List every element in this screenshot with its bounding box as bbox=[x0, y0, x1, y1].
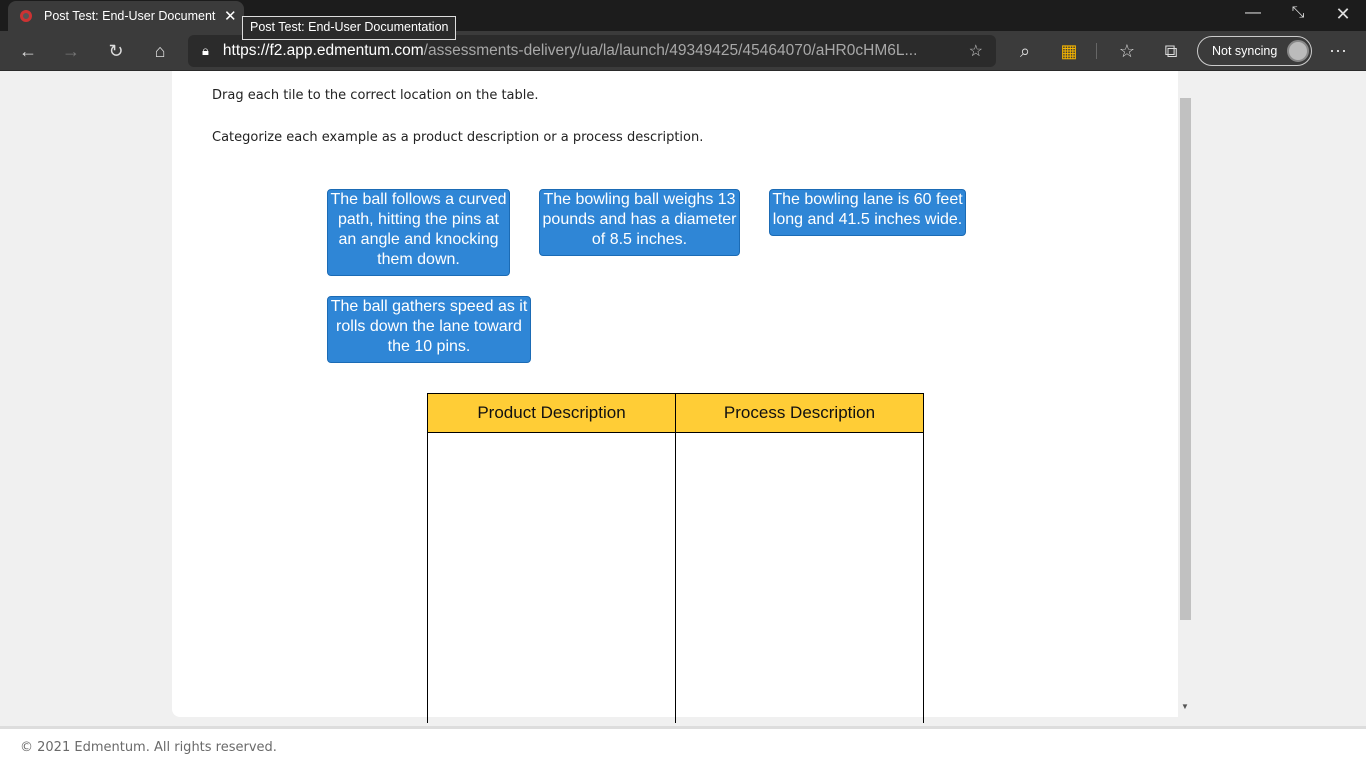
drag-tile[interactable]: The bowling lane is 60 feet long and 41.… bbox=[769, 189, 966, 236]
profile-button[interactable]: Not syncing bbox=[1197, 36, 1312, 66]
drag-tile[interactable]: The ball gathers speed as it rolls down … bbox=[327, 296, 531, 363]
instruction-categorize: Categorize each example as a product des… bbox=[212, 130, 704, 145]
drag-tile[interactable]: The bowling ball weighs 13 pounds and ha… bbox=[539, 189, 740, 256]
home-icon[interactable]: ⌂ bbox=[147, 39, 173, 63]
restore-icon[interactable]: ⤡ bbox=[1283, 4, 1313, 22]
scrollbar[interactable]: ▼ bbox=[1178, 71, 1193, 717]
instruction-drag: Drag each tile to the correct location o… bbox=[212, 88, 539, 103]
favorites-icon[interactable]: ☆ bbox=[1114, 39, 1140, 63]
drag-tile[interactable]: The ball follows a curved path, hitting … bbox=[327, 189, 510, 276]
tab-bar: Post Test: End-User Documentation ✕ — ⤡ … bbox=[0, 0, 1366, 31]
refresh-icon[interactable]: ↻ bbox=[103, 39, 129, 63]
extension-icon[interactable]: ▦ bbox=[1056, 39, 1082, 63]
avatar bbox=[1287, 40, 1310, 62]
url-host: https://f2.app.edmentum.com bbox=[222, 42, 424, 59]
assessment-content: Drag each tile to the correct location o… bbox=[172, 71, 1178, 723]
header-process-description: Process Description bbox=[676, 394, 923, 433]
more-icon[interactable]: ⋯ bbox=[1325, 39, 1351, 63]
scroll-down-icon[interactable]: ▼ bbox=[1181, 702, 1189, 711]
forward-icon[interactable]: → bbox=[58, 39, 84, 63]
footer: © 2021 Edmentum. All rights reserved. bbox=[0, 726, 1366, 768]
tab-tooltip: Post Test: End-User Documentation bbox=[242, 16, 457, 40]
close-window-icon[interactable]: ✕ bbox=[1328, 4, 1358, 25]
back-icon[interactable]: ← bbox=[15, 39, 41, 63]
drop-zone-process[interactable] bbox=[676, 433, 923, 723]
lock-icon: 🔒︎ bbox=[202, 43, 209, 58]
tab-title: Post Test: End-User Documentation bbox=[44, 9, 216, 23]
collections-icon[interactable]: ⧉ bbox=[1158, 39, 1184, 63]
sync-label: Not syncing bbox=[1212, 44, 1278, 58]
browser-toolbar: ← → ↻ ⌂ 🔒︎ https://f2.app.edmentum.com /… bbox=[0, 31, 1366, 71]
scrollbar-thumb[interactable] bbox=[1180, 98, 1191, 620]
divider bbox=[1096, 43, 1097, 59]
browser-tab[interactable]: Post Test: End-User Documentation ✕ bbox=[8, 1, 244, 31]
close-tab-icon[interactable]: ✕ bbox=[224, 7, 237, 25]
url-path: /assessments-delivery/ua/la/launch/49349… bbox=[423, 42, 918, 59]
minimize-icon[interactable]: — bbox=[1238, 4, 1268, 22]
add-favorite-icon[interactable]: ☆ bbox=[969, 41, 983, 61]
drop-zone-product[interactable] bbox=[428, 433, 676, 723]
category-table: Product Description Process Description bbox=[427, 393, 924, 723]
favicon-icon bbox=[20, 10, 32, 22]
copyright-text: © 2021 Edmentum. All rights reserved. bbox=[20, 740, 277, 755]
header-product-description: Product Description bbox=[428, 394, 676, 433]
search-icon[interactable]: ⌕ bbox=[1012, 39, 1038, 63]
